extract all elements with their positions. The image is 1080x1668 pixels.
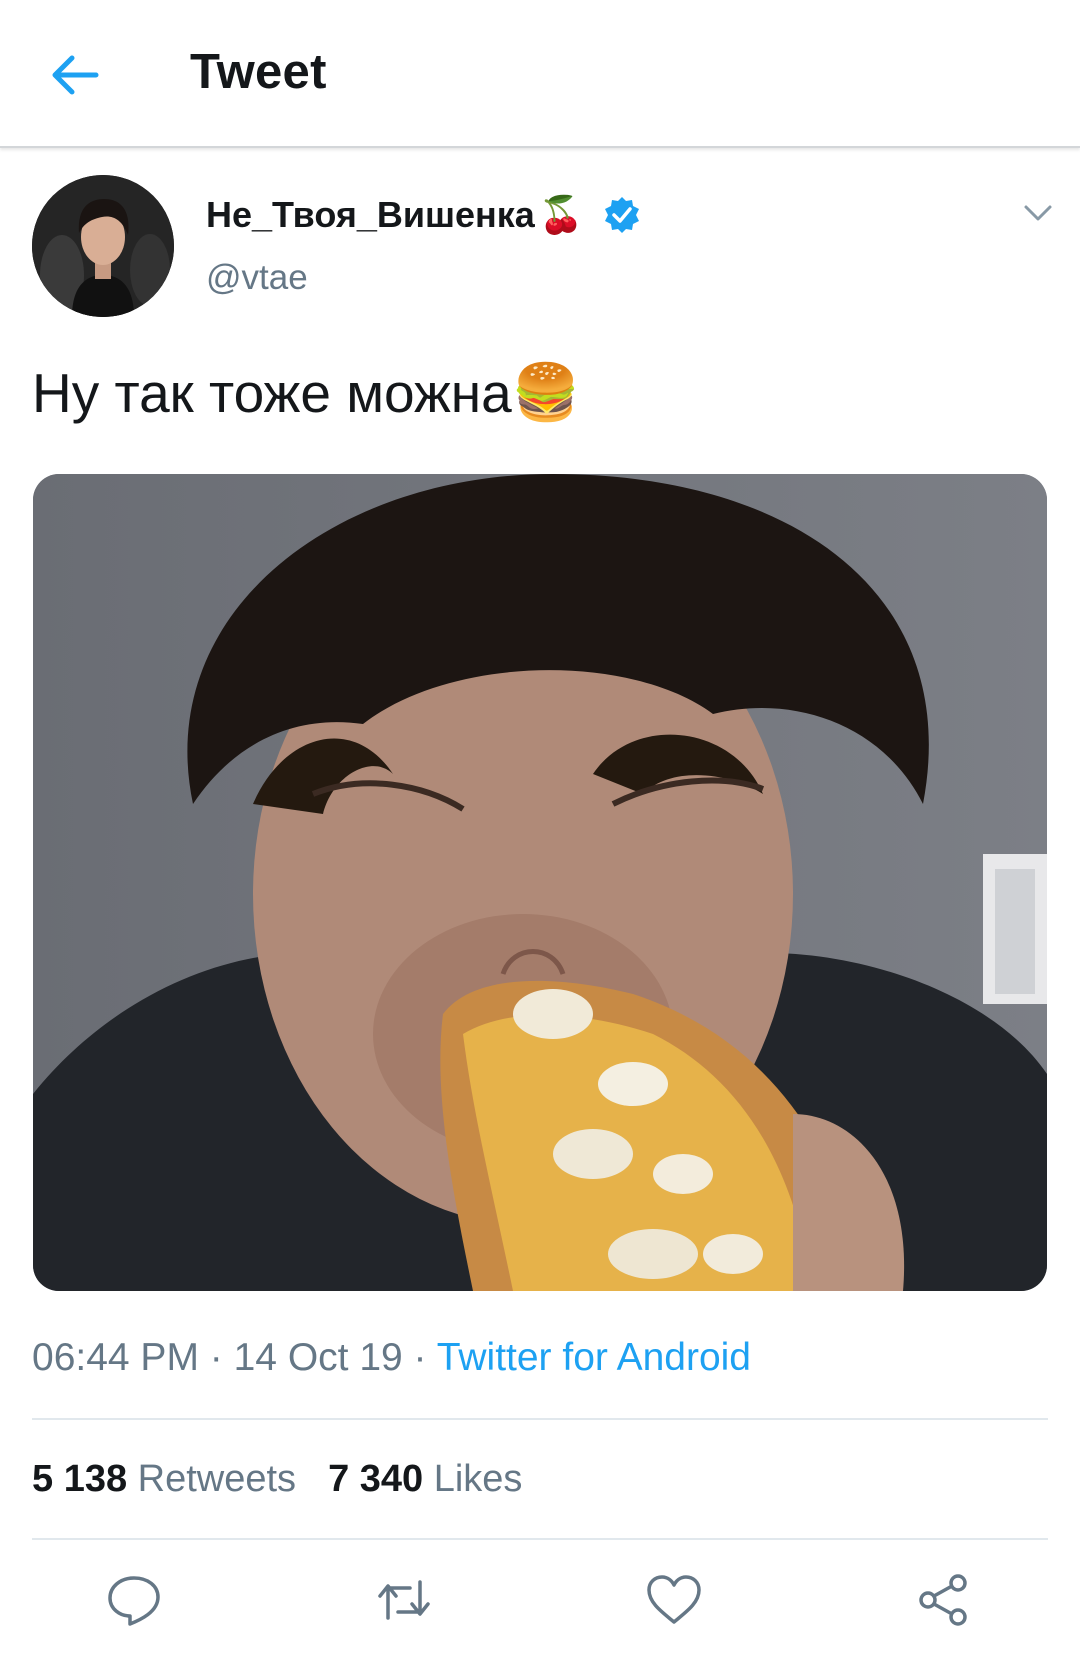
verified-badge-icon — [604, 197, 639, 233]
likes-label: Likes — [433, 1458, 523, 1500]
chevron-down-icon[interactable] — [1022, 202, 1054, 224]
author-name-text: Не_Твоя_Вишенка — [206, 194, 535, 235]
cherry-emoji: 🍒 — [538, 194, 584, 235]
likes-count: 7 340 — [328, 1458, 424, 1500]
tweet-photo-image — [33, 474, 1047, 1291]
like-icon[interactable] — [644, 1570, 704, 1630]
tweet-source-link[interactable]: Twitter for Android — [437, 1336, 751, 1379]
tweet-time: 06:44 PM — [32, 1336, 199, 1379]
retweets-stat[interactable]: 5 138 Retweets — [32, 1458, 296, 1501]
avatar-image — [32, 175, 174, 317]
share-icon[interactable] — [914, 1570, 974, 1630]
author-display-name[interactable]: Не_Твоя_Вишенка 🍒 — [206, 194, 642, 236]
retweets-count: 5 138 — [32, 1458, 128, 1500]
retweets-label: Retweets — [137, 1458, 297, 1500]
tweet-date: 14 Oct 19 — [233, 1336, 403, 1379]
retweet-icon[interactable] — [374, 1570, 434, 1630]
top-app-bar: Tweet — [0, 0, 1080, 148]
tweet-stats: 5 138 Retweets 7 340 Likes — [32, 1458, 522, 1501]
divider — [32, 1538, 1048, 1540]
tweet-text: Ну так тоже можна 🍔 — [32, 360, 580, 425]
meta-separator: · — [402, 1336, 437, 1379]
tweet-text-body: Ну так тоже можна — [32, 361, 512, 424]
tweet-meta: 06:44 PM · 14 Oct 19 · Twitter for Andro… — [32, 1336, 751, 1380]
reply-icon[interactable] — [104, 1570, 164, 1630]
avatar[interactable] — [32, 175, 174, 317]
tweet-photo[interactable] — [33, 474, 1047, 1291]
author-handle[interactable]: @vtae — [206, 258, 308, 298]
arrow-left-icon[interactable] — [44, 44, 106, 106]
page-title: Tweet — [190, 45, 327, 99]
meta-separator: · — [198, 1336, 234, 1379]
divider — [32, 1418, 1048, 1420]
likes-stat[interactable]: 7 340 Likes — [328, 1458, 522, 1501]
hamburger-emoji: 🍔 — [511, 361, 581, 423]
